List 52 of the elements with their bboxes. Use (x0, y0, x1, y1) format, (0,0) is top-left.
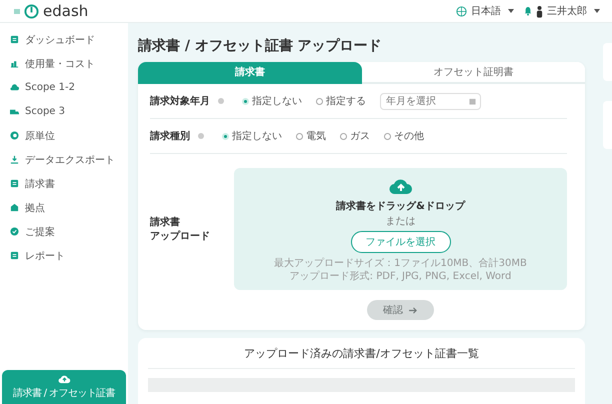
document-icon (10, 251, 19, 260)
logo-text: edash (43, 4, 88, 18)
cloud-icon (10, 83, 19, 92)
download-icon (10, 155, 19, 164)
month-picker-field[interactable]: 年月を選択 (380, 92, 481, 110)
sidebar-item[interactable]: レポート (0, 245, 128, 266)
document-icon (10, 35, 19, 44)
radio-option[interactable]: ガス (340, 129, 370, 143)
radio-option[interactable]: 指定する (316, 94, 366, 108)
field-label: 請求対象年月 (150, 94, 210, 108)
sidebar-item[interactable]: Scope 3 (0, 101, 128, 122)
language-selector[interactable]: 日本語 (471, 4, 501, 18)
building-icon (10, 203, 19, 212)
circle-icon (10, 131, 19, 140)
sidebar-item[interactable]: 原単位 (0, 125, 128, 146)
sidebar-item[interactable]: ご提案 (0, 221, 128, 242)
sidebar-item[interactable]: 請求書 (0, 173, 128, 194)
help-icon[interactable] (218, 98, 224, 104)
document-icon (10, 179, 19, 188)
caret-icon[interactable] (594, 9, 600, 13)
drop-text: 請求書をドラッグ&ドロップ (336, 199, 465, 213)
cloud-upload-icon (58, 374, 70, 384)
radio-option[interactable]: その他 (384, 129, 424, 143)
or-text: または (386, 215, 416, 228)
user-menu[interactable]: 三井太郎 (547, 4, 587, 18)
tab[interactable]: オフセット証明書 (362, 62, 585, 84)
cloud-upload-icon (388, 177, 412, 195)
caret-icon[interactable] (508, 9, 514, 13)
globe-icon[interactable] (456, 6, 467, 16)
calendar-icon (469, 98, 476, 104)
list-title: アップロード済みの請求書/オフセット証書一覧 (148, 346, 575, 369)
page-title: 請求書 / オフセット証書 アップロード (138, 37, 383, 55)
help-icon[interactable] (198, 133, 204, 139)
sidebar-item[interactable]: ダッシュボード (0, 29, 128, 50)
field-label: 請求種別 (150, 130, 190, 143)
sidebar-item[interactable]: 使用量・コスト (0, 53, 128, 74)
upload-note: アップロード形式: PDF, JPG, PNG, Excel, Word (290, 270, 512, 282)
arrow-right-icon (409, 306, 418, 314)
bell-icon[interactable] (524, 6, 532, 16)
sidebar-item[interactable]: Scope 1-2 (0, 77, 128, 98)
field-label: 請求書 アップロード (150, 216, 210, 243)
sidebar-item[interactable]: 拠点 (0, 197, 128, 218)
power-logo-icon (24, 4, 39, 18)
radio-option[interactable]: 指定しない (222, 129, 282, 143)
check-circle-icon (10, 227, 19, 236)
bar-chart-icon (10, 59, 19, 68)
person-icon (536, 4, 543, 18)
drop-zone[interactable]: 請求書をドラッグ&ドロップ または ファイルを選択 最大アップロードサイズ：1ファイル10MB、合計30MB アップロード形式: PDF, JPG, PNG, Excel, Word (234, 168, 567, 290)
upload-note: 最大アップロードサイズ：1ファイル10MB、合計30MB (274, 258, 527, 270)
sidebar-item[interactable]: データエクスポート (0, 149, 128, 170)
radio-option[interactable]: 電気 (296, 129, 326, 143)
radio-option[interactable]: 指定しない (242, 94, 302, 108)
